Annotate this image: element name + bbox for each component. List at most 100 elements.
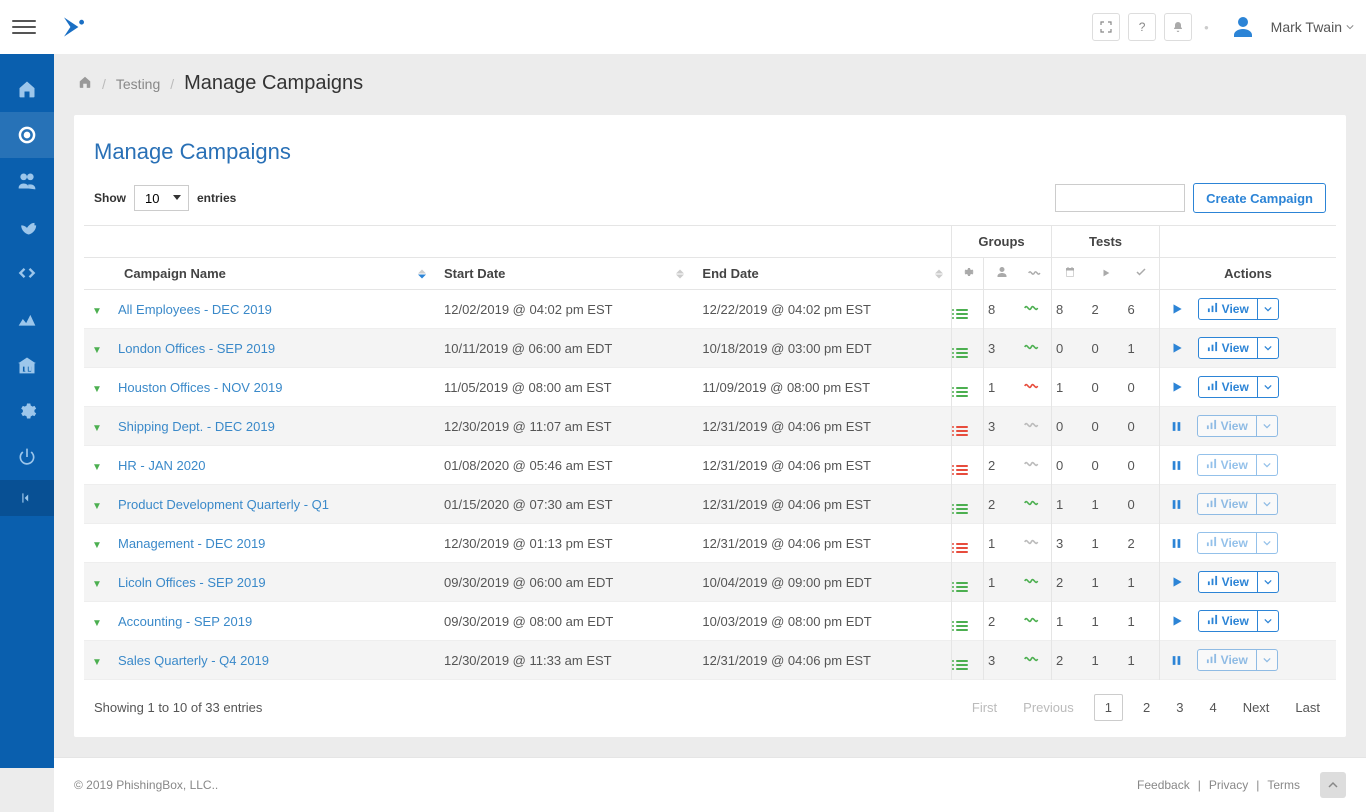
sidebar-item-home[interactable] xyxy=(0,66,54,112)
sidebar-item-library[interactable] xyxy=(0,342,54,388)
view-button[interactable]: View xyxy=(1197,649,1257,671)
campaign-link[interactable]: All Employees - DEC 2019 xyxy=(118,302,272,317)
campaign-link[interactable]: Accounting - SEP 2019 xyxy=(118,614,252,629)
view-button[interactable]: View xyxy=(1198,337,1258,359)
wave-status-icon xyxy=(1020,641,1052,680)
create-campaign-button[interactable]: Create Campaign xyxy=(1193,183,1326,213)
notifications-button[interactable] xyxy=(1164,13,1192,41)
sidebar-item-settings[interactable] xyxy=(0,388,54,434)
expand-row-button[interactable]: ▼ xyxy=(88,345,106,356)
sidebar-item-users[interactable] xyxy=(0,158,54,204)
user-menu[interactable]: Mark Twain xyxy=(1271,19,1354,35)
play-icon[interactable] xyxy=(1170,341,1184,355)
page-2[interactable]: 2 xyxy=(1137,696,1156,719)
page-4[interactable]: 4 xyxy=(1203,696,1222,719)
fullscreen-button[interactable] xyxy=(1092,13,1120,41)
tests-complete: 2 xyxy=(1124,524,1160,563)
expand-row-button[interactable]: ▼ xyxy=(88,657,106,668)
view-button[interactable]: View xyxy=(1197,532,1257,554)
expand-row-button[interactable]: ▼ xyxy=(88,462,106,473)
col-wave-icon xyxy=(1020,258,1052,290)
campaign-link[interactable]: Licoln Offices - SEP 2019 xyxy=(118,575,266,590)
col-end-date[interactable]: End Date xyxy=(692,258,951,290)
wave-status-icon xyxy=(1020,329,1052,368)
sidebar-item-reports[interactable] xyxy=(0,296,54,342)
expand-row-button[interactable]: ▼ xyxy=(88,384,106,395)
campaign-link[interactable]: Sales Quarterly - Q4 2019 xyxy=(118,653,269,668)
end-date-cell: 10/03/2019 @ 08:00 pm EDT xyxy=(692,602,951,641)
start-date-cell: 12/02/2019 @ 04:02 pm EST xyxy=(434,290,692,329)
view-dropdown-button[interactable] xyxy=(1258,610,1279,632)
sidebar-collapse-button[interactable] xyxy=(0,480,54,516)
campaign-link[interactable]: Shipping Dept. - DEC 2019 xyxy=(118,419,275,434)
footer-terms[interactable]: Terms xyxy=(1267,778,1300,792)
view-dropdown-button[interactable] xyxy=(1258,571,1279,593)
pause-icon[interactable] xyxy=(1170,459,1183,472)
view-dropdown-button[interactable] xyxy=(1257,415,1278,437)
breadcrumb-section[interactable]: Testing xyxy=(116,76,160,92)
view-button[interactable]: View xyxy=(1198,571,1258,593)
play-icon[interactable] xyxy=(1170,380,1184,394)
campaign-link[interactable]: Management - DEC 2019 xyxy=(118,536,265,551)
expand-row-button[interactable]: ▼ xyxy=(88,306,106,317)
pause-icon[interactable] xyxy=(1170,654,1183,667)
logo[interactable] xyxy=(56,11,88,43)
sidebar-item-campaigns[interactable] xyxy=(0,112,54,158)
col-start-date[interactable]: Start Date xyxy=(434,258,692,290)
expand-row-button[interactable]: ▼ xyxy=(88,501,106,512)
end-date-cell: 12/31/2019 @ 04:06 pm EST xyxy=(692,407,951,446)
view-button[interactable]: View xyxy=(1197,454,1257,476)
view-button[interactable]: View xyxy=(1198,610,1258,632)
view-dropdown-button[interactable] xyxy=(1257,649,1278,671)
view-button[interactable]: View xyxy=(1197,493,1257,515)
view-button[interactable]: View xyxy=(1198,298,1258,320)
footer-privacy[interactable]: Privacy xyxy=(1209,778,1248,792)
page-last[interactable]: Last xyxy=(1289,696,1326,719)
view-dropdown-button[interactable] xyxy=(1257,493,1278,515)
view-dropdown-button[interactable] xyxy=(1258,298,1279,320)
user-avatar[interactable] xyxy=(1231,15,1255,39)
breadcrumb-home[interactable] xyxy=(78,75,92,92)
separator-dot: • xyxy=(1204,20,1209,35)
page-previous[interactable]: Previous xyxy=(1017,696,1080,719)
campaign-link[interactable]: HR - JAN 2020 xyxy=(118,458,205,473)
footer-feedback[interactable]: Feedback xyxy=(1137,778,1190,792)
page-3[interactable]: 3 xyxy=(1170,696,1189,719)
expand-row-button[interactable]: ▼ xyxy=(88,618,106,629)
campaign-link[interactable]: Product Development Quarterly - Q1 xyxy=(118,497,329,512)
expand-row-button[interactable]: ▼ xyxy=(88,579,106,590)
entries-label: entries xyxy=(197,191,236,205)
view-dropdown-button[interactable] xyxy=(1258,337,1279,359)
expand-row-button[interactable]: ▼ xyxy=(88,540,106,551)
list-status-icon xyxy=(952,329,984,368)
page-first[interactable]: First xyxy=(966,696,1003,719)
campaign-link[interactable]: Houston Offices - NOV 2019 xyxy=(118,380,283,395)
sidebar-item-code[interactable] xyxy=(0,250,54,296)
sidebar-item-templates[interactable] xyxy=(0,204,54,250)
pause-icon[interactable] xyxy=(1170,420,1183,433)
col-campaign-name[interactable]: Campaign Name xyxy=(114,258,434,290)
main-card: Manage Campaigns Show 10 entries Create … xyxy=(74,115,1346,737)
page-1[interactable]: 1 xyxy=(1094,694,1123,721)
view-dropdown-button[interactable] xyxy=(1257,454,1278,476)
view-button[interactable]: View xyxy=(1198,376,1258,398)
pause-icon[interactable] xyxy=(1170,498,1183,511)
sidebar-item-power[interactable] xyxy=(0,434,54,480)
menu-toggle-button[interactable] xyxy=(12,15,36,39)
scroll-top-button[interactable] xyxy=(1320,772,1346,798)
entries-select[interactable]: 10 xyxy=(134,185,189,211)
view-dropdown-button[interactable] xyxy=(1258,376,1279,398)
play-icon[interactable] xyxy=(1170,302,1184,316)
view-dropdown-button[interactable] xyxy=(1257,532,1278,554)
view-button[interactable]: View xyxy=(1197,415,1257,437)
page-next[interactable]: Next xyxy=(1237,696,1276,719)
help-button[interactable]: ? xyxy=(1128,13,1156,41)
play-icon[interactable] xyxy=(1170,575,1184,589)
search-input[interactable] xyxy=(1055,184,1185,212)
pause-icon[interactable] xyxy=(1170,537,1183,550)
play-icon[interactable] xyxy=(1170,614,1184,628)
table-row: ▼ Accounting - SEP 2019 09/30/2019 @ 08:… xyxy=(84,602,1336,641)
table-row: ▼ Licoln Offices - SEP 2019 09/30/2019 @… xyxy=(84,563,1336,602)
expand-row-button[interactable]: ▼ xyxy=(88,423,106,434)
campaign-link[interactable]: London Offices - SEP 2019 xyxy=(118,341,275,356)
